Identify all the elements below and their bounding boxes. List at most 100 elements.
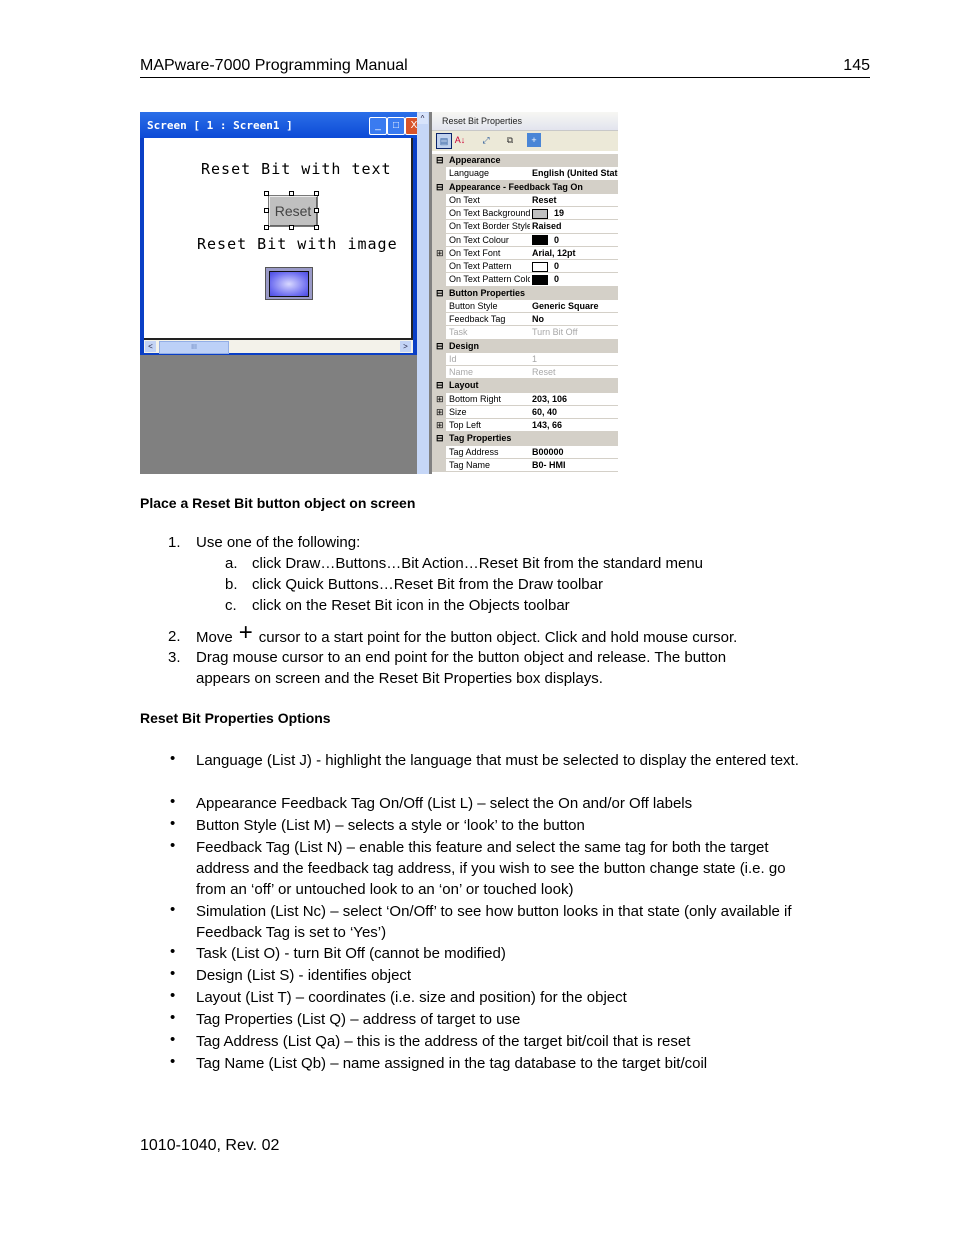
property-row[interactable]: On Text Border Style Raised <box>432 220 618 234</box>
property-category[interactable]: ⊟ Tag Properties <box>432 432 618 446</box>
resize-handle[interactable] <box>264 191 269 196</box>
properties-title: Reset Bit Properties <box>432 112 618 131</box>
property-category[interactable]: ⊟ Button Properties <box>432 286 618 300</box>
resize-handle[interactable] <box>314 225 319 230</box>
resize-handle[interactable] <box>314 208 319 213</box>
property-row[interactable]: On Text Reset <box>432 193 618 207</box>
resize-handle[interactable] <box>289 225 294 230</box>
bullet-icon: • <box>170 837 176 854</box>
option-description: Simulation (List Nc) – select ‘On/Off’ t… <box>196 903 792 941</box>
property-row[interactable]: On Text Pattern 0 <box>432 260 618 274</box>
property-value[interactable]: English (United States) <box>530 167 618 181</box>
expand-all-icon[interactable]: ⤢ <box>479 133 493 147</box>
property-row[interactable]: ⊞ Size 60, 40 <box>432 405 618 419</box>
property-name: On Text Background <box>446 207 531 221</box>
property-value-text: Arial, 12pt <box>532 247 576 258</box>
option-description: Tag Address (List Qa) – this is the addr… <box>196 1033 691 1050</box>
property-row[interactable]: On Text Colour 0 <box>432 233 618 247</box>
expand-icon[interactable]: ⊞ <box>436 420 444 431</box>
collapse-icon[interactable]: ⊟ <box>436 155 444 166</box>
maximize-button[interactable]: □ <box>387 117 405 135</box>
color-swatch <box>532 261 548 272</box>
resize-handle[interactable] <box>314 191 319 196</box>
property-row[interactable]: LanguageEnglish (United States) <box>432 167 618 181</box>
property-row[interactable]: ⊞ Bottom Right 203, 106 <box>432 392 618 406</box>
section-heading-place: Place a Reset Bit button object on scree… <box>140 495 416 511</box>
property-pages-icon[interactable]: ⧉ <box>503 133 517 147</box>
scroll-left-icon[interactable]: < <box>145 341 156 352</box>
property-name: On Text Border Style <box>446 220 531 234</box>
collapse-icon[interactable]: ⊟ <box>436 380 444 391</box>
property-value[interactable]: Reset <box>530 193 618 207</box>
resize-handle[interactable] <box>264 225 269 230</box>
property-value[interactable]: Arial, 12pt <box>530 246 618 260</box>
property-row[interactable]: On Text Background 19 <box>432 207 618 221</box>
property-value[interactable]: No <box>530 313 618 327</box>
property-category[interactable]: ⊟ Appearance <box>432 154 618 168</box>
minimize-button[interactable]: _ <box>369 117 387 135</box>
property-row[interactable]: Name Reset <box>432 366 618 380</box>
property-value[interactable]: 203, 106 <box>530 392 618 406</box>
property-row[interactable]: Tag Address B00000 <box>432 445 618 459</box>
step-text: Drag mouse cursor to an end point for th… <box>196 649 727 666</box>
substep-text: click Draw…Buttons…Bit Action…Reset Bit … <box>252 555 704 572</box>
bullet-icon: • <box>170 1031 176 1048</box>
screen-window: Screen [ 1 : Screen1 ] _ □ X Reset Bit w… <box>140 112 423 355</box>
bullet-icon: • <box>170 965 176 982</box>
resize-handle[interactable] <box>289 191 294 196</box>
alphabetical-sort-icon[interactable]: A↓ <box>453 133 467 147</box>
property-value[interactable]: 19 <box>530 207 618 221</box>
bullet-icon: • <box>170 901 176 918</box>
document-id: 1010-1040, Rev. 02 <box>140 1137 280 1154</box>
page-number: 145 <box>843 57 870 74</box>
collapse-icon[interactable]: ⊟ <box>436 288 444 299</box>
bullet-icon: • <box>170 815 176 832</box>
vertical-scrollbar[interactable]: ^ <box>417 112 429 474</box>
scroll-up-icon[interactable]: ^ <box>417 113 428 124</box>
scroll-thumb[interactable]: III <box>159 341 229 354</box>
screen-window-titlebar[interactable]: Screen [ 1 : Screen1 ] _ □ X <box>140 112 423 138</box>
property-value[interactable]: 143, 66 <box>530 419 618 433</box>
property-row[interactable]: Tag Name B0- HMI <box>432 458 618 472</box>
reset-bit-text-button[interactable]: Reset <box>268 195 318 227</box>
expand-icon[interactable]: ⊞ <box>436 407 444 418</box>
scroll-right-icon[interactable]: > <box>400 341 411 352</box>
manual-title: MAPware-7000 Programming Manual <box>140 57 408 74</box>
collapse-icon[interactable]: ⊟ <box>436 182 444 193</box>
property-value[interactable]: Generic Square <box>530 299 618 313</box>
property-value-text: Reset <box>532 367 556 377</box>
horizontal-scrollbar[interactable]: < III > <box>144 340 413 354</box>
screen-canvas[interactable]: Reset Bit with text Reset Reset Bit with… <box>144 138 413 340</box>
expand-icon[interactable]: ⊞ <box>436 248 444 259</box>
collapse-icon[interactable]: ⊟ <box>436 341 444 352</box>
categorized-icon[interactable]: ▤ <box>436 133 452 149</box>
property-row[interactable]: ⊞ On Text Font Arial, 12pt <box>432 246 618 260</box>
property-value[interactable]: 0 <box>530 233 618 247</box>
color-swatch <box>532 235 548 246</box>
option-description: Tag Name (List Qb) – name assigned in th… <box>196 1055 708 1072</box>
resize-handle[interactable] <box>264 208 269 213</box>
properties-toolbar: ▤ A↓ ⤢ ⧉ + <box>432 131 618 151</box>
property-row[interactable]: Task Turn Bit Off <box>432 326 618 340</box>
property-row[interactable]: Feedback Tag No <box>432 313 618 327</box>
add-icon[interactable]: + <box>527 133 541 147</box>
property-row[interactable]: Id 1 <box>432 352 618 366</box>
option-description: Feedback Tag (List N) – enable this feat… <box>196 839 786 898</box>
category-name: Design <box>449 340 480 351</box>
property-value[interactable]: Raised <box>530 220 618 234</box>
property-value[interactable]: B0- HMI <box>530 458 618 472</box>
property-row[interactable]: Button Style Generic Square <box>432 299 618 313</box>
property-row[interactable]: On Text Pattern Colour 0 <box>432 273 618 287</box>
property-value[interactable]: 0 <box>530 273 618 287</box>
property-row[interactable]: ⊞ Top Left 143, 66 <box>432 419 618 433</box>
property-category[interactable]: ⊟ Appearance - Feedback Tag On <box>432 180 618 194</box>
expand-icon[interactable]: ⊞ <box>436 394 444 405</box>
property-value[interactable]: 60, 40 <box>530 405 618 419</box>
property-category[interactable]: ⊟ Design <box>432 339 618 353</box>
property-value[interactable]: B00000 <box>530 445 618 459</box>
property-category[interactable]: ⊟ Layout <box>432 379 618 393</box>
collapse-icon[interactable]: ⊟ <box>436 433 444 444</box>
property-value[interactable]: 0 <box>530 260 618 274</box>
reset-bit-image-button[interactable] <box>265 267 313 300</box>
step-number: 2. <box>168 628 181 645</box>
